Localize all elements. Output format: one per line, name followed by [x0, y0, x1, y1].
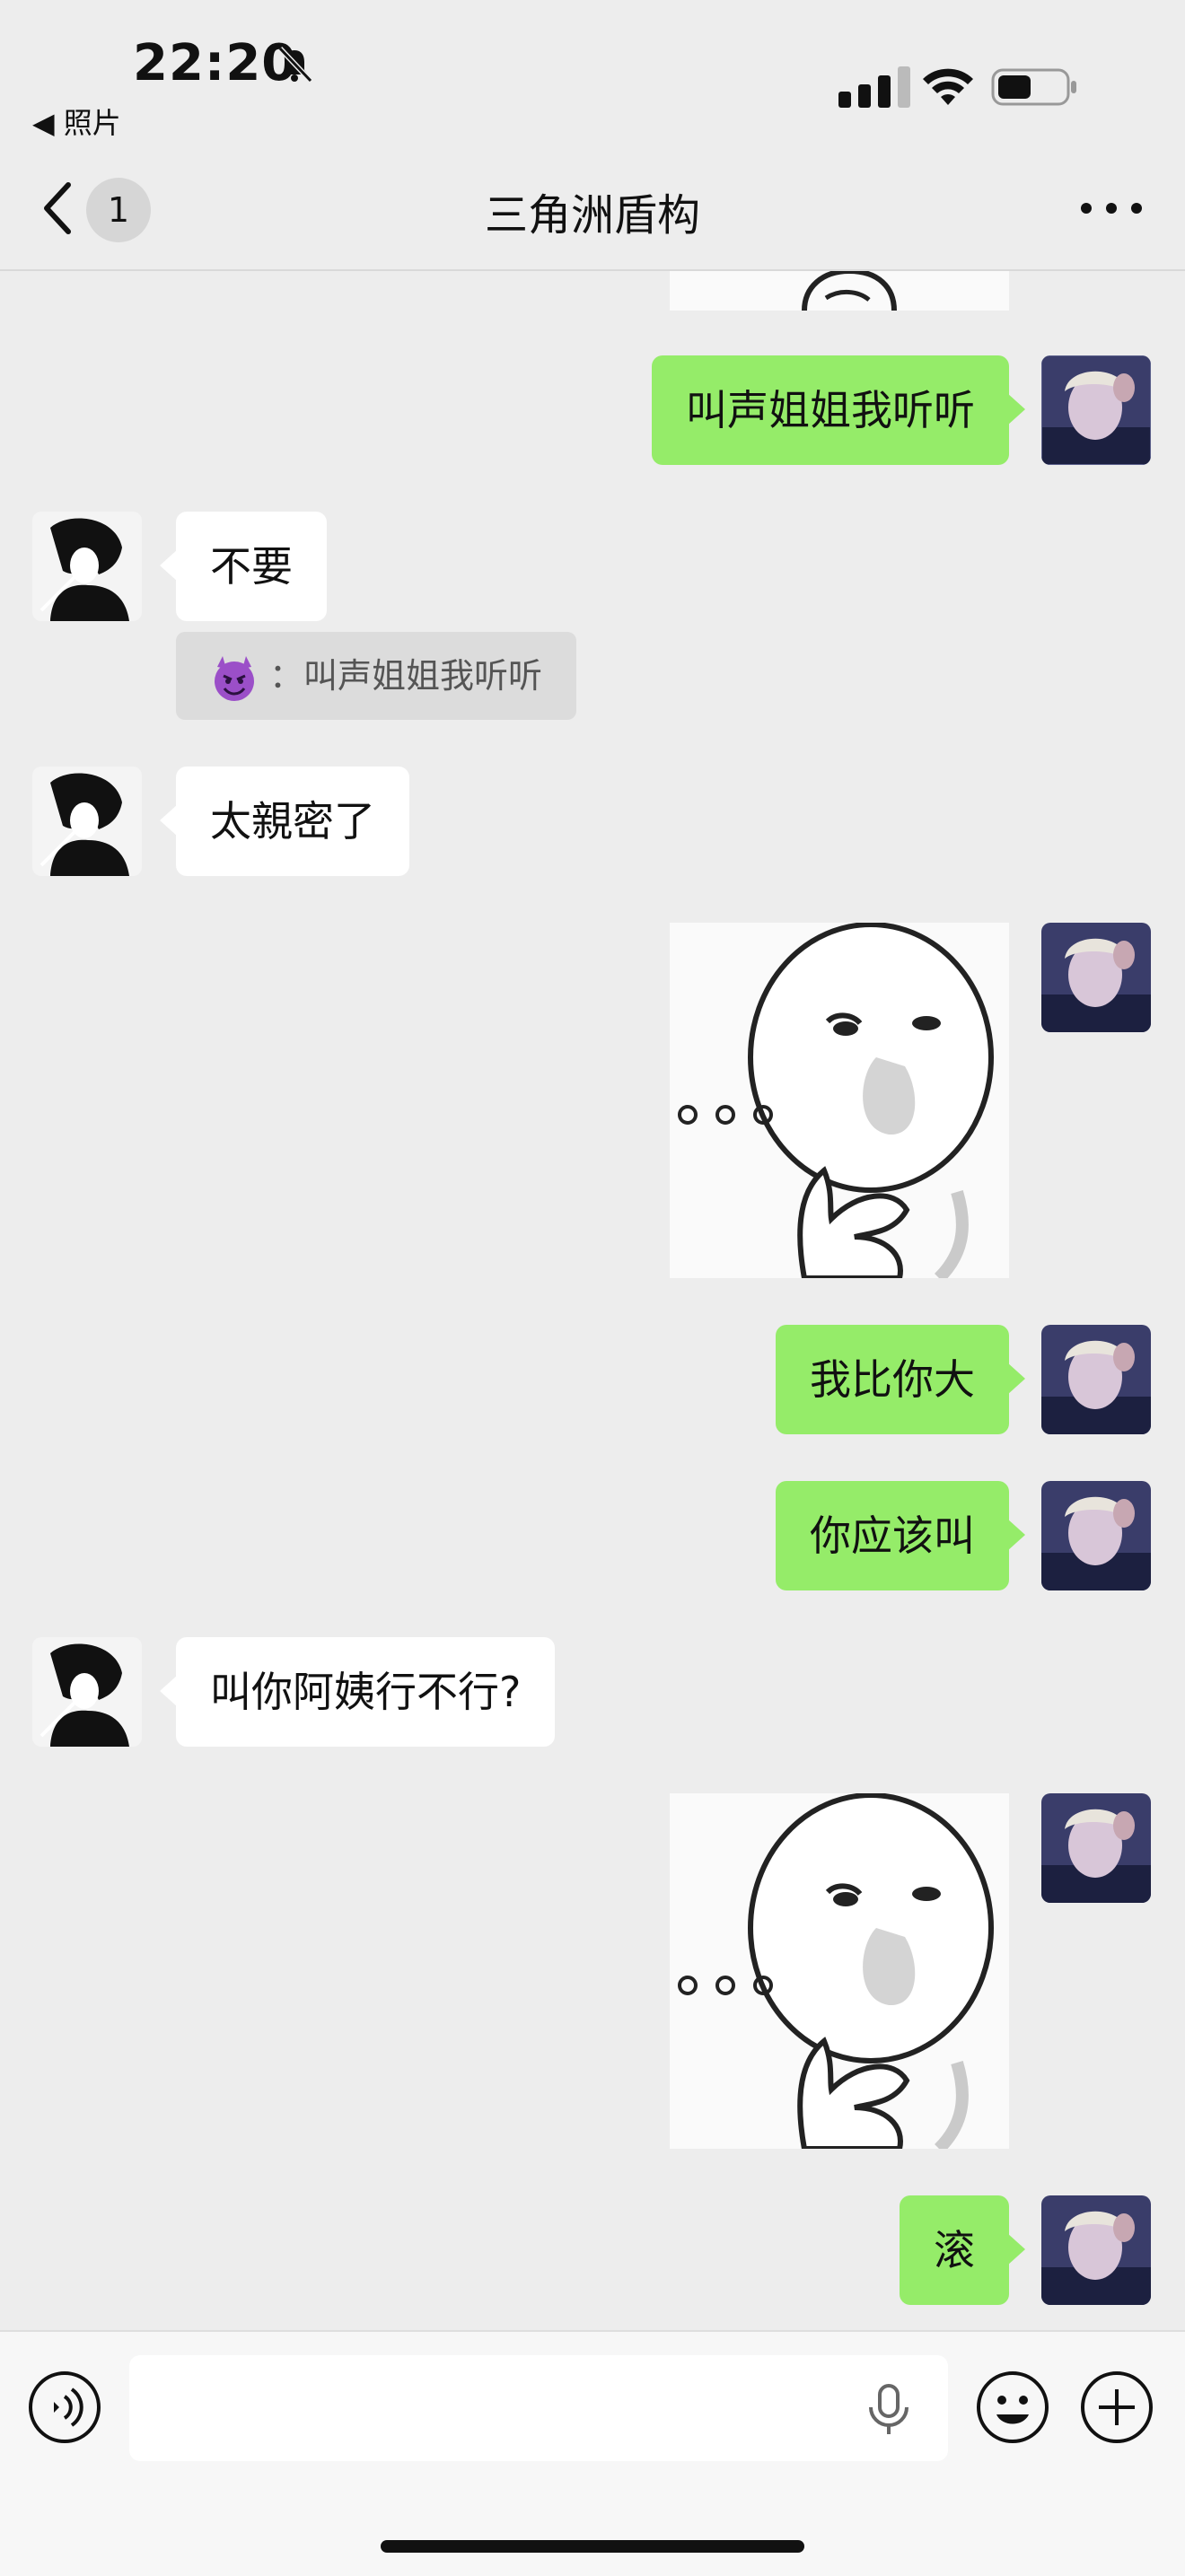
bell-muted-icon — [277, 46, 313, 83]
sticker-partial[interactable] — [670, 271, 1009, 311]
cellular-signal-icon — [838, 66, 910, 108]
back-to-photos-link[interactable]: ◀ 照片 — [32, 101, 121, 142]
emoji-icon[interactable] — [975, 2370, 1050, 2445]
quoted-reply[interactable]: ：叫声姐姐我听听 — [176, 632, 577, 720]
back-chevron-icon[interactable] — [36, 180, 81, 237]
message-bubble-incoming[interactable]: 叫你阿姨行不行? — [159, 1637, 556, 1747]
message-bubble-incoming[interactable]: 不要 — [160, 512, 327, 621]
my-avatar[interactable] — [1041, 1793, 1151, 1903]
purple-devil-emoji-icon — [215, 655, 254, 701]
message-bubble-outgoing[interactable]: 滚 — [900, 2195, 1025, 2305]
message-bubble-outgoing[interactable]: 你应该叫 — [776, 1481, 1025, 1590]
chat-title: 三角洲盾构 — [484, 190, 700, 241]
my-avatar[interactable] — [1041, 1481, 1151, 1590]
home-indicator — [381, 2540, 804, 2553]
quoted-text: 叫声姐姐我听听 — [303, 656, 543, 696]
wifi-icon — [923, 68, 973, 105]
message-list[interactable]: 叫声姐姐我听听 不要 ：叫声姐姐我听听 太親密了 我比你大 你应该叫 叫你阿姨行… — [0, 271, 1185, 2330]
battery-icon — [991, 68, 1076, 106]
message-bubble-outgoing[interactable]: 叫声姐姐我听听 — [652, 355, 1025, 465]
message-input[interactable] — [129, 2355, 948, 2461]
plus-icon[interactable] — [1079, 2370, 1154, 2445]
chat-nav-bar: 1 三角洲盾构 — [0, 144, 1185, 271]
more-options-icon[interactable] — [1077, 197, 1146, 219]
thinking-meme-sticker[interactable] — [670, 923, 1009, 1278]
unread-count-badge[interactable]: 1 — [86, 178, 151, 242]
message-input-bar — [0, 2330, 1185, 2576]
my-avatar[interactable] — [1041, 923, 1151, 1032]
voice-mode-icon[interactable] — [27, 2370, 102, 2445]
status-bar: 22:20 ◀ 照片 — [0, 0, 1185, 144]
contact-avatar[interactable] — [32, 767, 142, 876]
quote-separator: ： — [269, 656, 304, 696]
my-avatar[interactable] — [1041, 2195, 1151, 2305]
contact-avatar[interactable] — [32, 512, 142, 621]
contact-avatar[interactable] — [32, 1637, 142, 1747]
microphone-icon[interactable] — [864, 2382, 914, 2438]
thinking-meme-sticker[interactable] — [670, 1793, 1009, 2149]
message-bubble-incoming[interactable]: 太親密了 — [160, 767, 409, 876]
my-avatar[interactable] — [1041, 355, 1151, 465]
clock: 22:20 — [133, 34, 298, 92]
my-avatar[interactable] — [1041, 1325, 1151, 1434]
message-bubble-outgoing[interactable]: 我比你大 — [776, 1325, 1025, 1434]
